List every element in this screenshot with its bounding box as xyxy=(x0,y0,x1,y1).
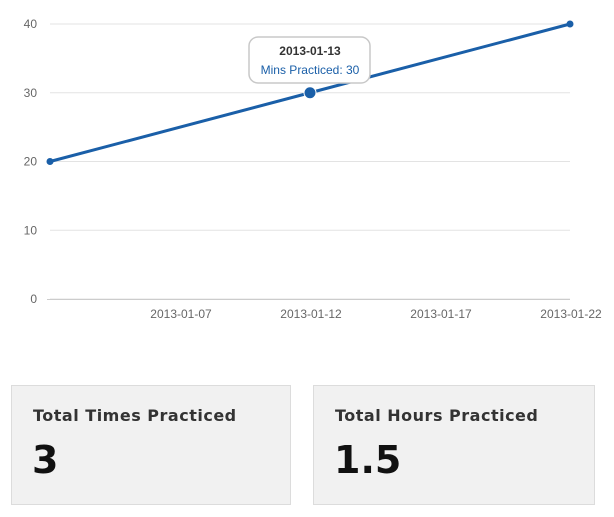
y-tick-label: 20 xyxy=(24,155,38,169)
x-tick-label: 2013-01-12 xyxy=(280,307,342,321)
y-tick-label: 30 xyxy=(24,86,38,100)
data-point[interactable] xyxy=(566,20,574,28)
total-times-practiced-title: Total Times Practiced xyxy=(33,406,237,425)
x-tick-label: 2013-01-22 xyxy=(540,307,602,321)
data-point[interactable] xyxy=(303,86,317,100)
x-tick-label: 2013-01-07 xyxy=(150,307,212,321)
total-times-practiced-card: Total Times Practiced 3 xyxy=(11,385,291,505)
y-tick-label: 40 xyxy=(24,17,38,31)
data-point[interactable] xyxy=(46,158,54,165)
total-hours-practiced-value: 1.5 xyxy=(334,438,402,482)
total-hours-practiced-title: Total Hours Practiced xyxy=(335,406,539,425)
tooltip-date: 2013-01-13 xyxy=(279,44,341,58)
x-tick-label: 2013-01-17 xyxy=(410,307,472,321)
x-axis-ticks: 2013-01-07 2013-01-12 2013-01-17 2013-01-22 xyxy=(150,307,602,321)
y-tick-label: 10 xyxy=(24,223,38,237)
practice-line-chart: 0 10 20 30 40 2013-01-07 2013-01-12 2013-01-17… xyxy=(24,17,602,321)
total-hours-practiced-card: Total Hours Practiced 1.5 xyxy=(313,385,595,505)
total-times-practiced-value: 3 xyxy=(32,438,59,482)
y-tick-label: 0 xyxy=(30,292,37,306)
tooltip-value: Mins Practiced: 30 xyxy=(261,63,360,77)
chart-tooltip: 2013-01-13 Mins Practiced: 30 xyxy=(248,36,371,84)
y-axis-ticks: 0 10 20 30 40 xyxy=(24,17,38,306)
